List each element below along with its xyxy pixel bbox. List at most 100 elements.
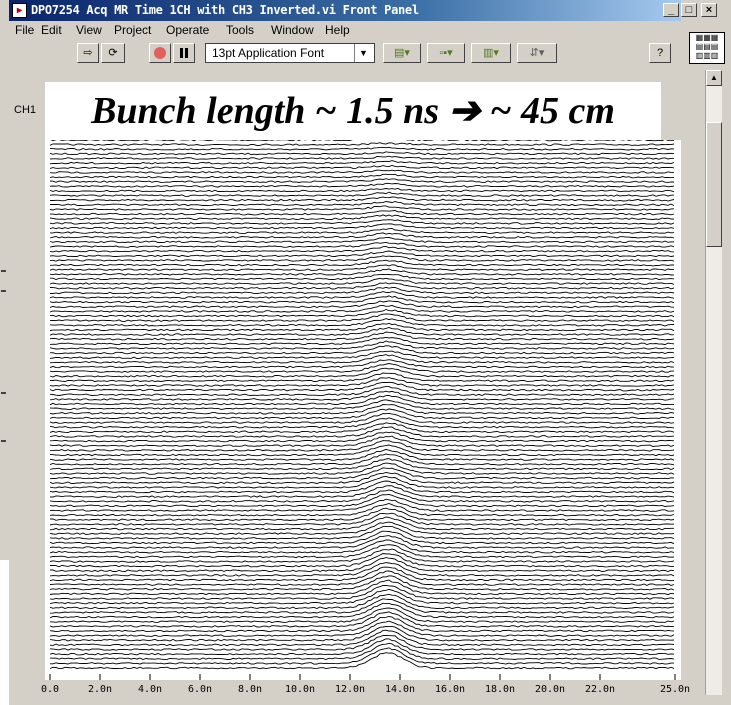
x-tick-label: 4.0n [137,684,163,695]
menu-window[interactable]: Window [271,23,314,37]
resize-icon[interactable]: ▥▾ [471,43,511,63]
waveform-trace [49,178,675,183]
pause-icon[interactable] [173,43,195,63]
menu-project[interactable]: Project [114,23,151,37]
reorder-icon[interactable]: ⇵▾ [517,43,557,63]
vertical-scrollbar[interactable]: ▲ [705,70,722,695]
waveform-trace [49,214,675,220]
waveform-graph[interactable] [45,140,681,680]
waveform-trace [49,237,675,244]
waveform-trace [49,570,675,586]
waveform-trace [49,173,675,179]
waveform-trace [49,566,675,582]
waveform-trace [49,223,675,230]
maximize-button[interactable]: □ [681,3,697,17]
minimize-button[interactable]: _ [663,3,679,17]
bg-mark [1,290,6,292]
waveform-trace [49,390,675,401]
waveform-trace [49,525,675,540]
waveform-trace [49,151,675,156]
bg-mark [1,392,6,394]
x-tick-label: 16.0n [434,684,466,695]
waveform-trace [49,336,675,346]
waveform-trace [49,553,675,568]
waveform-trace [49,589,675,605]
bg-mark [1,440,6,442]
waveform-trace [49,431,675,443]
vi-icon[interactable]: ▦▦▦ ▤▤▤ ▥▥▥ [689,32,725,64]
menu-view[interactable]: View [76,23,102,37]
waveform-trace [49,548,675,563]
distribute-icon[interactable]: ▫▪▾ [427,43,465,63]
menu-tools[interactable]: Tools [226,23,254,37]
waveform-trace [49,350,675,359]
waveform-trace [49,363,674,373]
x-tick-label: 10.0n [284,684,316,695]
waveform-trace [49,629,675,647]
waveform-trace [49,562,675,577]
waveform-trace [49,404,675,415]
waveform-trace [49,250,675,258]
waveform-trace [50,210,675,216]
waveform-trace [49,164,675,170]
background-window-area [0,560,9,705]
waveform-trace [49,611,675,628]
waveform-trace [49,160,675,165]
x-tick-label: 20.0n [534,684,566,695]
x-tick-label: 25.0n [659,684,691,695]
waveform-trace [49,142,675,146]
waveform-trace [49,598,675,614]
font-select[interactable]: 13pt Application Font [205,43,375,63]
waveform-trace [49,187,675,193]
abort-icon[interactable] [149,43,171,63]
labview-app-icon[interactable]: ▸ [12,3,27,18]
menu-help[interactable]: Help [325,23,350,37]
x-tick-label: 18.0n [484,684,516,695]
bg-mark [1,270,6,272]
toolbar: ⇨ ⟳ 13pt Application Font ▼ ▤▾ ▫▪▾ ▥▾ ⇵▾… [9,40,685,66]
waveform-trace [50,507,675,522]
annotation-banner: Bunch length ~ 1.5 ns ➔ ~ 45 cm [45,82,661,140]
help-icon[interactable]: ? [649,43,671,63]
scroll-thumb[interactable] [706,122,722,247]
waveform-trace [50,196,675,202]
waveform-trace [49,246,675,253]
waveform-trace [49,544,675,559]
scroll-up-icon[interactable]: ▲ [706,70,722,86]
x-axis: 0.0 2.0n 4.0n 6.0n 8.0n 10.0n 12.0n 14.0n 16.0n 1… [9,684,705,702]
waveform-trace [50,647,674,665]
waveform-trace [49,593,675,610]
run-continuous-icon[interactable]: ⟳ [101,43,125,63]
waveform-trace [49,584,675,600]
menu-edit[interactable]: Edit [41,23,62,37]
close-button[interactable]: × [701,3,717,17]
title-bar[interactable]: ▸ DPO7254 Acq MR Time 1CH with CH3 Inver… [9,0,681,21]
run-arrow-icon[interactable]: ⇨ [77,43,99,63]
menu-file[interactable]: File [15,23,34,37]
waveform-trace [49,381,675,392]
waveform-trace [49,607,675,623]
x-tick-label: 22.0n [584,684,616,695]
waveform-trace [49,295,675,304]
x-tick-label: 0.0 [40,684,60,695]
align-icon[interactable]: ▤▾ [383,43,421,63]
chevron-down-icon[interactable]: ▼ [354,44,372,62]
x-tick-label: 12.0n [334,684,366,695]
x-tick-label: 2.0n [87,684,113,695]
waveform-trace [49,191,675,197]
waveform-plot [49,140,676,680]
waveform-trace [49,435,675,447]
window-title: DPO7254 Acq MR Time 1CH with CH3 Inverte… [31,3,419,17]
waveform-trace [49,169,675,174]
waveform-trace [49,575,675,591]
waveform-trace [49,264,675,271]
waveform-trace [49,634,675,651]
waveform-trace [49,354,675,364]
graph-label: CH1 [14,104,37,116]
waveform-trace [49,367,675,378]
menu-operate[interactable]: Operate [166,23,209,37]
waveform-trace [49,318,675,327]
waveform-trace [49,241,675,248]
waveform-trace [50,227,675,234]
x-tick-label: 8.0n [237,684,263,695]
